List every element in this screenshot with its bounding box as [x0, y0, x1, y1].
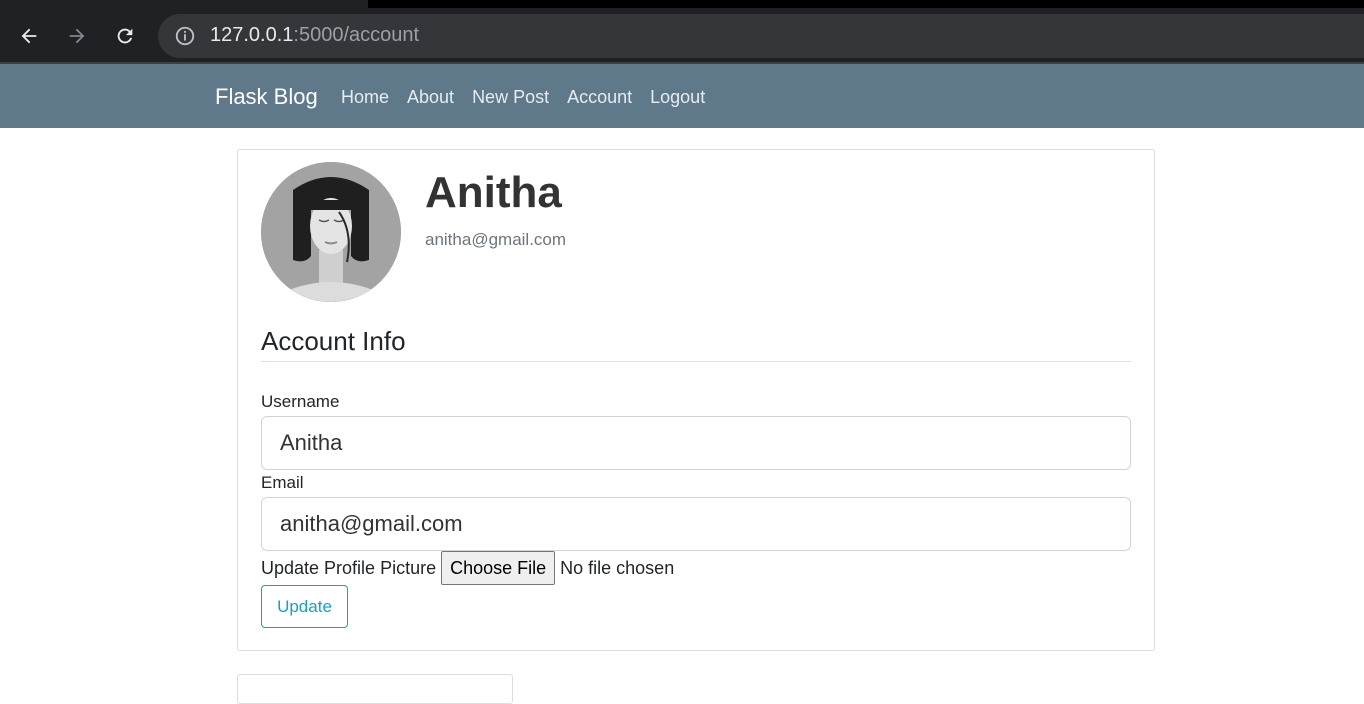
reload-icon [117, 28, 133, 44]
email-label: Email [261, 473, 304, 492]
profile-avatar [261, 162, 401, 302]
tab-strip [368, 0, 1364, 8]
nav-logout-link[interactable]: Logout [650, 87, 705, 108]
username-label: Username [261, 392, 340, 411]
address-bar[interactable]: 127.0.0.1:5000/account [158, 14, 1364, 58]
url-host: 127.0.0.1 [210, 24, 294, 46]
account-email-text: anitha@gmail.com [425, 230, 567, 249]
email-input[interactable]: anitha@gmail.com [261, 497, 1131, 551]
file-status-text: No file chosen [560, 557, 675, 578]
arrow-left-icon [21, 28, 37, 44]
username-input[interactable]: Anitha [261, 416, 1131, 470]
arrow-right-icon [69, 28, 85, 44]
next-card-partial [237, 674, 513, 704]
picture-label: Update Profile Picture [261, 557, 437, 578]
legend-text: Account Info [261, 326, 406, 356]
account-card: Anitha anitha@gmail.com Account Info Use… [237, 149, 1155, 651]
back-button[interactable] [13, 20, 45, 52]
forward-button[interactable] [61, 20, 93, 52]
choose-file-button[interactable]: Choose File [441, 551, 556, 585]
reload-button[interactable] [109, 20, 141, 52]
url-path: :5000/account [293, 24, 420, 46]
picture-upload-row: Update Profile Picture Choose File No fi… [261, 551, 674, 585]
browser-toolbar: 127.0.0.1:5000/account [0, 0, 1364, 64]
account-username-heading: Anitha [425, 168, 562, 217]
profile-portrait-image [261, 162, 401, 302]
nav-new-post-link[interactable]: New Post [472, 87, 549, 108]
nav-about-link[interactable]: About [407, 87, 454, 108]
site-navbar: Flask Blog Home About New Post Account L… [0, 64, 1364, 128]
url-text[interactable]: 127.0.0.1:5000/account [210, 24, 419, 47]
info-icon[interactable] [174, 25, 196, 47]
update-button[interactable]: Update [261, 585, 348, 628]
nav-account-link[interactable]: Account [567, 87, 632, 108]
nav-home-link[interactable]: Home [341, 87, 389, 108]
account-info-legend: Account Info [261, 326, 1131, 362]
nav-links: Home About New Post Account Logout [341, 87, 705, 108]
brand-link[interactable]: Flask Blog [215, 84, 318, 110]
